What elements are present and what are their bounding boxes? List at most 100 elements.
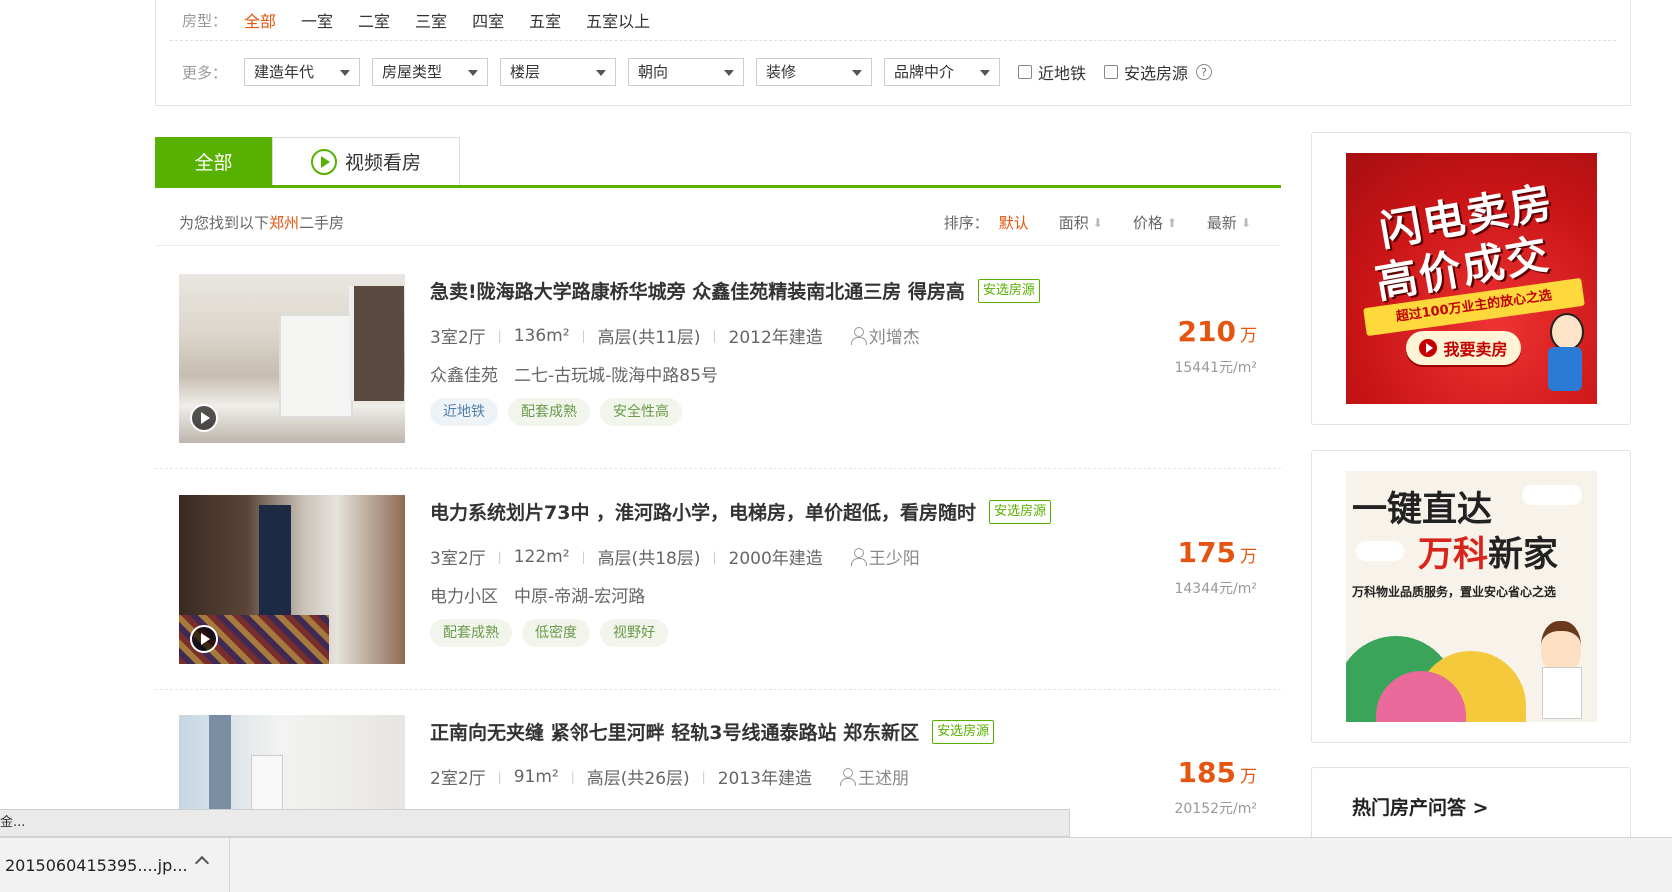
separator: | xyxy=(701,769,706,784)
caret-down-icon xyxy=(852,70,862,76)
sort-newest[interactable]: 最新 ⬇ xyxy=(1207,212,1251,233)
result-city[interactable]: 郑州 xyxy=(269,214,299,232)
price-unit: 万 xyxy=(1240,326,1257,346)
arrow-down-icon: ⬇ xyxy=(1240,215,1251,230)
sort-price-label: 价格 xyxy=(1132,214,1163,232)
listing-photo[interactable] xyxy=(179,274,405,443)
total-price: 175 万 xyxy=(1178,536,1257,569)
separator: | xyxy=(712,328,717,343)
sort-area[interactable]: 面积 ⬇ xyxy=(1059,212,1103,233)
tab-video-label: 视频看房 xyxy=(344,152,421,174)
separator: | xyxy=(712,549,717,564)
cartoon-figure xyxy=(1546,313,1584,393)
build-year: 2012年建造 xyxy=(728,328,823,348)
separator: | xyxy=(570,769,575,784)
help-icon[interactable]: ? xyxy=(1196,64,1213,80)
unit-price: 14344元/m² xyxy=(1174,581,1257,597)
sort-bar: 排序： 默认 面积 ⬇ 价格 ⬆ 最新 ⬇ xyxy=(944,212,1251,233)
video-play-icon[interactable] xyxy=(190,404,218,432)
listing-photo[interactable] xyxy=(179,495,405,664)
video-play-icon[interactable] xyxy=(190,625,218,653)
floor-info: 高层(共18层) xyxy=(597,549,701,569)
orientation-select[interactable]: 朝向 xyxy=(628,58,744,86)
caret-down-icon xyxy=(468,70,478,76)
room-layout: 2室2厅 xyxy=(430,769,486,789)
community-name[interactable]: 电力小区 xyxy=(430,587,498,607)
download-shelf: 2015060415395....jp... xyxy=(0,837,1672,892)
cartoon-figure xyxy=(1536,621,1586,721)
hot-qa-link[interactable]: 热门房产问答 > xyxy=(1352,793,1489,820)
sort-price[interactable]: 价格 ⬆ xyxy=(1133,212,1177,233)
chevron-up-icon[interactable] xyxy=(194,855,210,871)
listing-info: 3室2厅 | 122m² | 高层(共18层) | 2000年建造 王少阳 xyxy=(430,544,920,570)
agent-link[interactable]: 王少阳 xyxy=(850,544,920,569)
caret-down-icon xyxy=(980,70,990,76)
build-year-select[interactable]: 建造年代 xyxy=(244,58,360,86)
near-subway-checkbox[interactable]: 近地铁 xyxy=(1018,60,1086,84)
vanke-banner[interactable]: 一键直达 万科新家 万科物业品质服务，置业安心省心之选 xyxy=(1346,471,1597,722)
result-prefix: 为您找到以下 xyxy=(179,214,270,232)
select-value: 楼层 xyxy=(510,63,541,81)
arrow-up-icon: ⬆ xyxy=(1166,215,1177,230)
brand-name: 万科 xyxy=(1418,535,1489,575)
agent-link[interactable]: 王述朋 xyxy=(839,764,909,789)
select-value: 朝向 xyxy=(638,63,669,81)
separator: | xyxy=(497,328,502,343)
community-name[interactable]: 众鑫佳苑 xyxy=(430,366,498,386)
unit-price: 15441元/m² xyxy=(1174,360,1257,376)
listing-title[interactable]: 正南向无夹缝 紧邻七里河畔 轻轨3号线通泰路站 郑东新区 xyxy=(430,718,919,745)
result-summary: 为您找到以下郑州二手房 xyxy=(179,212,344,233)
decoration-select[interactable]: 装修 xyxy=(756,58,872,86)
separator: | xyxy=(581,549,586,564)
select-value: 装修 xyxy=(766,63,797,81)
listing-item: 急卖!陇海路大学路康桥华城旁 众鑫佳苑精装南北通三房 得房高 安选房源 3室2厅… xyxy=(155,249,1281,469)
select-value: 品牌中介 xyxy=(894,63,955,81)
listing-title[interactable]: 电力系统划片73中 ，淮河路小学，电梯房，单价超低，看房随时 xyxy=(430,498,976,525)
tab-all[interactable]: 全部 xyxy=(155,137,272,185)
room-type-all[interactable]: 全部 xyxy=(244,8,276,32)
room-layout: 3室2厅 xyxy=(430,549,486,569)
room-type-1[interactable]: 一室 xyxy=(301,8,333,32)
tab-video[interactable]: 视频看房 xyxy=(272,137,460,185)
room-type-2[interactable]: 二室 xyxy=(358,8,390,32)
price-unit: 万 xyxy=(1240,767,1257,787)
sell-house-banner[interactable]: 闪电卖房 高价成交 超过100万业主的放心之选 我要卖房 xyxy=(1346,153,1597,404)
tag: 近地铁 xyxy=(430,398,498,426)
safe-source-checkbox[interactable]: 安选房源 xyxy=(1104,60,1188,84)
agency-select[interactable]: 品牌中介 xyxy=(884,58,1000,86)
play-icon xyxy=(310,148,337,175)
house-type-select[interactable]: 房屋类型 xyxy=(372,58,488,86)
caret-down-icon xyxy=(596,70,606,76)
total-price: 210 万 xyxy=(1178,315,1257,348)
separator: | xyxy=(497,769,502,784)
sell-house-button[interactable]: 我要卖房 xyxy=(1406,331,1521,365)
sort-label: 排序： xyxy=(943,214,989,232)
room-type-5[interactable]: 五室 xyxy=(529,8,561,32)
build-year: 2013年建造 xyxy=(717,769,812,789)
floor-info: 高层(共26层) xyxy=(586,769,690,789)
ad-headline: 万科新家 xyxy=(1418,526,1558,577)
listing-title[interactable]: 急卖!陇海路大学路康桥华城旁 众鑫佳苑精装南北通三房 得房高 xyxy=(430,277,965,304)
person-icon xyxy=(850,326,867,345)
download-item[interactable]: 2015060415395....jp... xyxy=(0,838,230,892)
listing-address: 电力小区 中原-帝湖-宏河路 xyxy=(430,582,661,607)
listing-info: 2室2厅 | 91m² | 高层(共26层) | 2013年建造 王述朋 xyxy=(430,764,909,790)
separator: | xyxy=(497,549,502,564)
floor-area: 136m² xyxy=(513,325,570,346)
room-type-4[interactable]: 四室 xyxy=(472,8,504,32)
tag: 配套成熟 xyxy=(430,619,512,647)
agent-link[interactable]: 刘增杰 xyxy=(850,323,920,348)
safe-source-badge: 安选房源 xyxy=(932,719,995,744)
select-value: 房屋类型 xyxy=(382,63,443,81)
floor-select[interactable]: 楼层 xyxy=(500,58,616,86)
listing-title-row: 电力系统划片73中 ，淮河路小学，电梯房，单价超低，看房随时 安选房源 xyxy=(430,498,1052,525)
checkbox-box[interactable] xyxy=(1018,65,1032,79)
tag: 配套成熟 xyxy=(508,398,590,426)
room-type-5plus[interactable]: 五室以上 xyxy=(586,8,650,32)
checkbox-box[interactable] xyxy=(1104,65,1119,79)
sort-default[interactable]: 默认 xyxy=(999,212,1029,233)
room-type-3[interactable]: 三室 xyxy=(415,8,447,32)
caret-down-icon xyxy=(340,70,350,76)
ad-headline: 一键直达 xyxy=(1352,490,1493,530)
room-layout: 3室2厅 xyxy=(430,328,486,348)
